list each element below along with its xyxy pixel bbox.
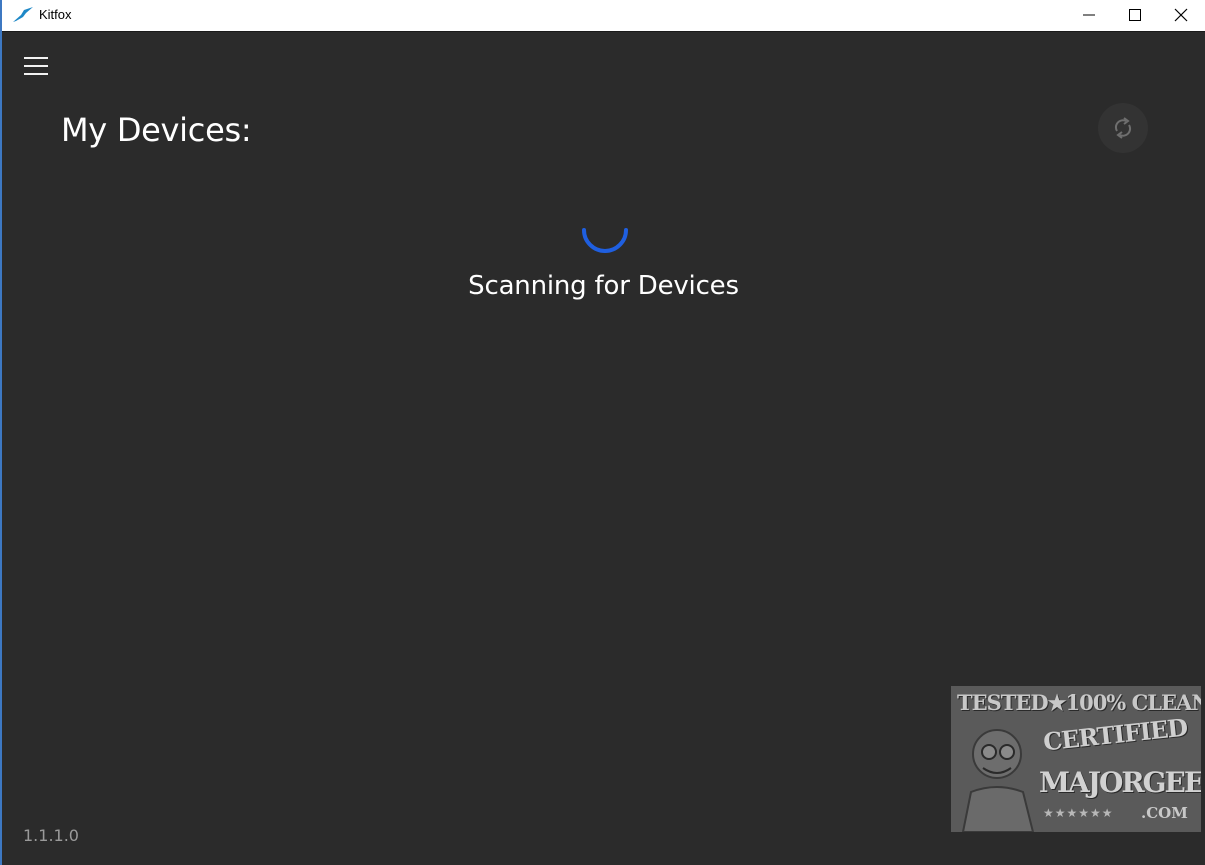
close-icon xyxy=(1174,8,1188,22)
watermark-tested-text: TESTED★100% CLEAN xyxy=(957,690,1201,715)
window-title: Kitfox xyxy=(39,7,72,22)
loading-spinner-icon xyxy=(582,228,628,253)
sync-icon xyxy=(1114,117,1132,139)
hamburger-icon[interactable] xyxy=(24,57,50,77)
maximize-button[interactable] xyxy=(1112,0,1158,31)
watermark-certified-text: CERTIFIED xyxy=(1041,712,1189,757)
scanning-status-text: Scanning for Devices xyxy=(468,271,739,301)
refresh-button[interactable] xyxy=(1098,103,1148,153)
watermark-domain-text: .COM xyxy=(1141,804,1188,822)
title-bar: Kitfox xyxy=(2,0,1205,32)
version-label: 1.1.1.0 xyxy=(23,826,79,845)
mascot-figure-icon xyxy=(961,729,1035,832)
kitfox-app-icon xyxy=(13,7,33,22)
minimize-button[interactable] xyxy=(1066,0,1112,31)
page-title: My Devices: xyxy=(61,111,252,149)
maximize-icon xyxy=(1129,9,1141,21)
minimize-icon xyxy=(1083,14,1095,16)
watermark-stars: ★★★★★★ xyxy=(1043,806,1114,820)
majorgeeks-watermark: TESTED★100% CLEAN CERTIFIED MAJORGEEKS ★… xyxy=(951,686,1201,832)
watermark-brand-text: MAJORGEEKS xyxy=(1039,766,1201,799)
close-button[interactable] xyxy=(1158,0,1204,31)
